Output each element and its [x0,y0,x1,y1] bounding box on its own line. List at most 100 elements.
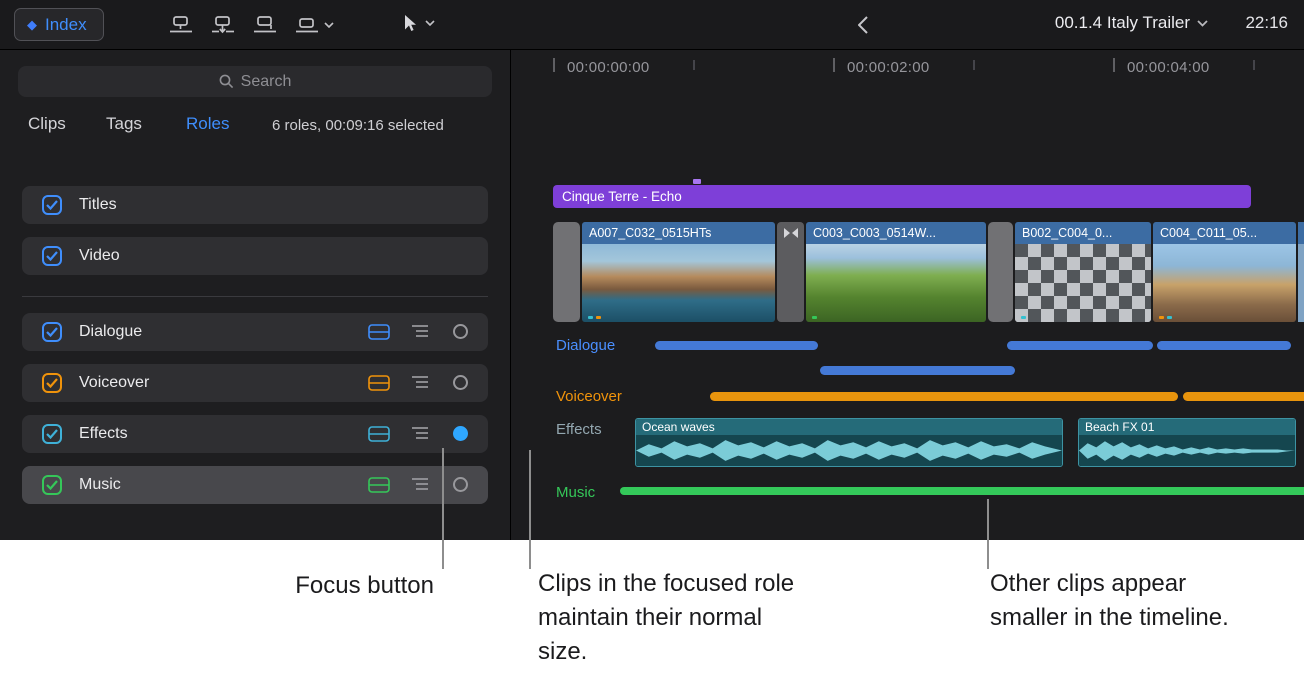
role-label-voiceover: Voiceover [79,364,149,402]
role-row-titles[interactable]: Titles [22,186,488,224]
effects-checkbox[interactable] [42,424,62,444]
ruler-tick [1113,58,1115,72]
video-clip[interactable]: A007_C032_0515HTs [582,222,775,322]
lane-display-icon[interactable] [368,375,390,391]
index-toggle-button[interactable]: ◆ Index [14,8,104,41]
role-label-titles: Titles [79,186,117,224]
chevron-down-icon [1197,20,1208,27]
video-clip[interactable]: C004_C011_05... [1153,222,1296,322]
subrole-list-icon[interactable] [411,426,429,440]
audio-clip-body [636,435,1062,466]
chevron-down-icon [324,22,334,28]
search-icon [219,74,234,89]
role-dot-music [812,316,817,319]
edit-tools-group [168,10,334,40]
partial-clip-edge [1298,244,1304,322]
role-label-music: Music [79,466,121,504]
ruler-minor-tick [1253,60,1255,70]
lane-label-music: Music [556,484,595,501]
role-row-music[interactable]: Music [22,466,488,504]
callout-focused-clips: Clips in the focused role maintain their… [538,567,800,669]
dialogue-clip-bar[interactable] [820,366,1015,375]
ruler-minor-tick [973,60,975,70]
cross-dissolve-transition[interactable] [777,222,804,322]
title-clip[interactable]: Cinque Terre - Echo [553,185,1251,208]
titles-checkbox[interactable] [42,195,62,215]
focus-button-active[interactable] [453,426,468,441]
role-label-effects: Effects [79,415,128,453]
video-clip-thumbnail [1153,244,1296,322]
video-clip-name: A007_C032_0515HTs [582,222,775,244]
append-edit-icon[interactable] [252,15,278,35]
focus-button[interactable] [453,477,468,492]
trimmed-clip-edge[interactable] [553,222,580,322]
waveform [636,435,1062,466]
subrole-list-icon[interactable] [411,477,429,491]
lane-label-dialogue: Dialogue [556,337,615,354]
ruler-label: 00:00:04:00 [1127,59,1210,76]
voiceover-checkbox[interactable] [42,373,62,393]
role-dot-effects [1167,316,1172,319]
video-clip-name: C003_C003_0514W... [806,222,986,244]
music-checkbox[interactable] [42,475,62,495]
lane-display-icon[interactable] [368,426,390,442]
tab-tags[interactable]: Tags [106,114,142,134]
role-label-dialogue: Dialogue [79,313,142,351]
video-clip[interactable]: C003_C003_0514W... [806,222,986,322]
dialogue-checkbox[interactable] [42,322,62,342]
audio-clip-body [1079,435,1295,466]
role-row-video[interactable]: Video [22,237,488,275]
audio-clip-name: Ocean waves [636,419,1062,435]
lane-display-icon[interactable] [368,477,390,493]
primary-storyline: A007_C032_0515HTs C003_C003_0514W... [511,222,1304,322]
role-row-voiceover[interactable]: Voiceover [22,364,488,402]
trimmed-clip-edge[interactable] [988,222,1013,322]
arrow-cursor-icon [402,14,416,32]
overwrite-edit-icon[interactable] [294,15,334,35]
dialogue-clip-bar[interactable] [1007,341,1153,350]
roles-divider [22,296,488,297]
lane-display-icon[interactable] [368,324,390,340]
subrole-list-icon[interactable] [411,375,429,389]
tab-roles[interactable]: Roles [186,114,229,134]
selection-summary: 6 roles, 00:09:16 selected [272,117,444,134]
role-row-effects[interactable]: Effects [22,415,488,453]
ruler-label: 00:00:00:00 [567,59,650,76]
callout-line-focus-button [442,448,444,569]
search-input[interactable]: Search [18,66,492,97]
dialogue-clip-bar[interactable] [655,341,818,350]
back-chevron-button[interactable] [858,16,868,34]
audio-clip-beach-fx[interactable]: Beach FX 01 [1078,418,1296,467]
video-clip-thumbnail [806,244,986,322]
tab-clips[interactable]: Clips [28,114,66,134]
role-dot-effects [588,316,593,319]
callout-line-focused-clips [529,450,531,569]
connect-edit-icon[interactable] [168,15,194,35]
search-placeholder: Search [241,73,292,91]
music-clip-bar[interactable] [620,487,1304,495]
project-title-dropdown[interactable]: 00.1.4 Italy Trailer [1055,13,1208,33]
video-clip[interactable]: B002_C004_0... [1015,222,1151,322]
role-dot-effects [1021,316,1026,319]
subrole-list-icon[interactable] [411,324,429,338]
focus-button[interactable] [453,324,468,339]
transition-icon [783,227,799,239]
voiceover-clip-bar[interactable] [710,392,1178,401]
toolbar: ◆ Index 00.1.4 Italy T [0,0,1304,50]
partial-clip-edge [1298,222,1304,244]
role-dot-voiceover [1159,316,1164,319]
lane-label-voiceover: Voiceover [556,388,622,405]
screenshot-root: ◆ Index 00.1.4 Italy T [0,0,1304,682]
select-tool-dropdown[interactable] [402,14,435,32]
callout-other-clips: Other clips appear smaller in the timeli… [990,567,1238,635]
video-checkbox[interactable] [42,246,62,266]
audio-clip-ocean-waves[interactable]: Ocean waves [635,418,1063,467]
voiceover-clip-bar[interactable] [1183,392,1304,401]
insert-edit-icon[interactable] [210,15,236,35]
focus-button[interactable] [453,375,468,390]
role-row-dialogue[interactable]: Dialogue [22,313,488,351]
index-diamond-icon: ◆ [27,18,37,31]
dialogue-clip-bar[interactable] [1157,341,1291,350]
video-clip-name: B002_C004_0... [1015,222,1151,244]
timeline[interactable]: 00:00:00:00 00:00:02:00 00:00:04:00 Cinq… [511,50,1304,540]
